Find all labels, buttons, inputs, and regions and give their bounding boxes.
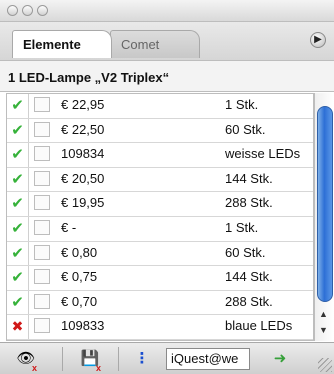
scroll-down-icon[interactable]: ▼ xyxy=(319,325,328,335)
price-cell: € 19,95 xyxy=(61,195,105,211)
check-icon[interactable]: ✔ xyxy=(7,167,29,192)
remove-badge-icon: x xyxy=(32,363,38,373)
search-input[interactable]: iQuest@we xyxy=(166,348,250,370)
scrollbar-thumb[interactable] xyxy=(317,106,333,302)
zoom-button[interactable] xyxy=(37,5,48,16)
window-titlebar xyxy=(0,0,334,22)
price-cell: € - xyxy=(61,220,77,235)
cross-icon[interactable]: ✖ xyxy=(7,315,29,339)
list-row[interactable]: ✖ 109833 blaue LEDs xyxy=(7,315,313,340)
list-row[interactable]: ✔ € 22,50 60 Stk. xyxy=(7,118,313,144)
row-checkbox[interactable] xyxy=(34,170,50,186)
quantity-cell: 1 Stk. xyxy=(225,220,259,235)
tab-comet[interactable]: Comet xyxy=(110,30,200,58)
tab-bar: Elemente Comet ▶ xyxy=(0,22,334,60)
row-checkbox[interactable] xyxy=(34,97,50,112)
check-icon[interactable]: ✔ xyxy=(7,143,29,167)
check-icon[interactable]: ✔ xyxy=(7,217,29,241)
more-icon: ⋮ xyxy=(134,350,150,367)
row-checkbox[interactable] xyxy=(34,220,50,235)
price-cell: € 0,70 xyxy=(61,293,98,309)
apply-button[interactable]: ➜ xyxy=(266,347,294,371)
list-row[interactable]: ✔ € 0,70 288 Stk. xyxy=(7,290,313,316)
product-title: 1 LED-Lampe „V2 Triplex“ xyxy=(0,60,334,92)
price-cell: € 0,75 xyxy=(61,269,98,285)
list-row[interactable]: ✔ 109834 weisse LEDs xyxy=(7,143,313,168)
panel-menu-icon[interactable]: ▶ xyxy=(310,32,326,48)
play-icon: ▶ xyxy=(314,34,322,45)
row-checkbox[interactable] xyxy=(34,244,50,260)
tab-elemente[interactable]: Elemente xyxy=(12,30,112,58)
price-cell: € 20,50 xyxy=(61,170,105,186)
close-button[interactable] xyxy=(7,5,18,16)
list-row[interactable]: ✔ € 22,95 1 Stk. xyxy=(7,94,313,119)
quantity-cell: 288 Stk. xyxy=(225,293,273,309)
toolbar-divider xyxy=(62,347,63,371)
scroll-up-icon[interactable]: ▲ xyxy=(319,309,328,319)
more-button[interactable]: ⋮ xyxy=(130,347,154,371)
row-checkbox[interactable] xyxy=(34,269,50,285)
price-cell: € 0,80 xyxy=(61,244,98,260)
arrow-icon: ➜ xyxy=(273,350,287,367)
quantity-cell: 288 Stk. xyxy=(225,195,273,211)
quantity-cell: 144 Stk. xyxy=(225,269,273,285)
check-icon[interactable]: ✔ xyxy=(7,266,29,290)
row-checkbox[interactable] xyxy=(34,293,50,309)
check-icon[interactable]: ✔ xyxy=(7,290,29,315)
toolbar-divider xyxy=(118,347,119,371)
tab-label: Comet xyxy=(121,37,160,52)
row-checkbox[interactable] xyxy=(34,146,50,162)
vertical-scrollbar[interactable]: ▲ ▼ xyxy=(314,93,334,341)
bottom-toolbar: 👁 x 💾 x ⋮ iQuest@we ➜ xyxy=(0,342,334,374)
row-checkbox[interactable] xyxy=(34,121,50,137)
element-list: ✔ € 22,95 1 Stk. ✔ € 22,50 60 Stk. ✔ 109834 weis… xyxy=(6,93,314,341)
tab-label: Elemente xyxy=(23,37,81,52)
list-row[interactable]: ✔ € 19,95 288 Stk. xyxy=(7,192,313,217)
row-checkbox[interactable] xyxy=(34,195,50,211)
resize-grip[interactable] xyxy=(318,358,332,372)
quantity-cell: blaue LEDs xyxy=(225,318,293,334)
save-button[interactable]: 💾 x xyxy=(76,347,104,373)
row-checkbox[interactable] xyxy=(34,318,50,334)
list-row[interactable]: ✔ € 0,75 144 Stk. xyxy=(7,266,313,291)
quantity-cell: 144 Stk. xyxy=(225,170,273,186)
check-icon[interactable]: ✔ xyxy=(7,118,29,143)
list-row[interactable]: ✔ € 20,50 144 Stk. xyxy=(7,167,313,193)
check-icon[interactable]: ✔ xyxy=(7,241,29,266)
quantity-cell: weisse LEDs xyxy=(225,146,301,162)
remove-badge-icon: x xyxy=(96,363,102,373)
price-cell: 109833 xyxy=(61,318,105,334)
price-cell: € 22,50 xyxy=(61,121,105,137)
price-cell: 109834 xyxy=(61,146,105,162)
check-icon[interactable]: ✔ xyxy=(7,192,29,216)
quantity-cell: 60 Stk. xyxy=(225,121,266,137)
list-row[interactable]: ✔ € - 1 Stk. xyxy=(7,217,313,242)
list-row[interactable]: ✔ € 0,80 60 Stk. xyxy=(7,241,313,267)
price-cell: € 22,95 xyxy=(61,97,105,112)
visibility-button[interactable]: 👁 x xyxy=(12,347,40,373)
quantity-cell: 1 Stk. xyxy=(225,97,259,112)
check-icon[interactable]: ✔ xyxy=(7,94,29,118)
quantity-cell: 60 Stk. xyxy=(225,244,266,260)
minimize-button[interactable] xyxy=(22,5,33,16)
